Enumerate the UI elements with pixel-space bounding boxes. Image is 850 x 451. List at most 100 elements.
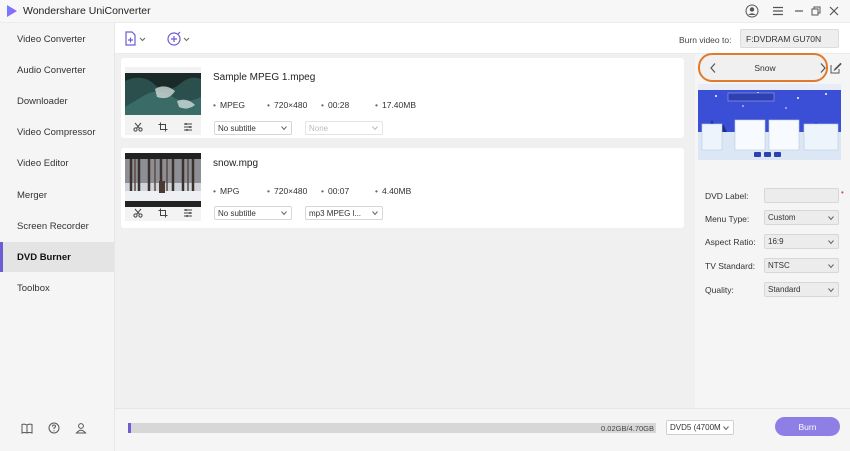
subtitle-value: No subtitle (218, 123, 256, 133)
menu-type-label: Menu Type: (705, 214, 750, 224)
template-name: Snow (754, 63, 776, 73)
tv-standard-select[interactable]: NTSC (764, 258, 839, 273)
sidebar-item-video-compressor[interactable]: Video Compressor (0, 117, 114, 147)
file-name: snow.mpg (213, 158, 259, 169)
aspect-ratio-label: Aspect Ratio: (705, 237, 756, 247)
file-resolution: 720×480 (267, 100, 307, 110)
file-size: 4.40MB (375, 186, 411, 196)
edit-template-button[interactable] (830, 62, 842, 74)
sidebar-item-screen-recorder[interactable]: Screen Recorder (0, 211, 114, 241)
subtitle-select[interactable]: No subtitle (214, 121, 292, 135)
menu-type-select[interactable]: Custom (764, 210, 839, 225)
template-preview[interactable] (698, 84, 841, 160)
quality-value: Standard (768, 285, 801, 294)
file-name: Sample MPEG 1.mpeg (213, 72, 316, 83)
chevron-down-icon (723, 426, 729, 431)
video-thumbnail[interactable] (125, 153, 201, 207)
sidebar-item-merger[interactable]: Merger (0, 180, 114, 210)
sidebar-item-toolbox[interactable]: Toolbox (0, 273, 114, 303)
sidebar-item-video-converter[interactable]: Video Converter (0, 24, 114, 54)
trim-icon[interactable] (133, 122, 143, 134)
audio-track-select: None (305, 121, 383, 135)
sidebar-item-video-editor[interactable]: Video Editor (0, 148, 114, 178)
disc-type-select[interactable]: DVD5 (4700M (666, 420, 734, 435)
effects-icon[interactable] (183, 122, 193, 134)
tv-standard-label: TV Standard: (705, 261, 756, 271)
menu-type-value: Custom (768, 213, 796, 222)
chevron-down-icon (828, 240, 834, 245)
prev-template-button[interactable] (708, 62, 718, 74)
disc-type-value: DVD5 (4700M (670, 423, 721, 432)
disc-space-text: 0.02GB/4.70GB (601, 424, 654, 433)
user-icon[interactable] (74, 421, 88, 435)
sidebar-item-audio-converter[interactable]: Audio Converter (0, 55, 114, 85)
help-icon[interactable] (47, 421, 61, 435)
chevron-down-icon (281, 126, 287, 131)
subtitle-select[interactable]: No subtitle (214, 206, 292, 220)
menu-icon[interactable] (770, 3, 786, 19)
effects-icon[interactable] (183, 208, 193, 220)
add-media-icon (167, 31, 190, 46)
sidebar-item-label: Merger (17, 189, 48, 201)
chevron-down-icon (281, 211, 287, 216)
sidebar-item-label: Video Compressor (17, 126, 96, 138)
file-size: 17.40MB (375, 100, 416, 110)
quality-select[interactable]: Standard (764, 282, 839, 297)
aspect-ratio-value: 16:9 (768, 237, 784, 246)
close-icon[interactable] (826, 3, 842, 19)
audio-track-value: mp3 MPEG l... (309, 208, 362, 218)
chevron-down-icon (828, 216, 834, 221)
chevron-right-icon (820, 63, 826, 73)
minimize-icon[interactable] (791, 3, 807, 19)
audio-track-select[interactable]: mp3 MPEG l... (305, 206, 383, 220)
chevron-left-icon (710, 63, 716, 73)
restore-icon[interactable] (808, 3, 824, 19)
sidebar-item-downloader[interactable]: Downloader (0, 86, 114, 116)
tv-standard-value: NTSC (768, 261, 790, 270)
thumbnail-tools (125, 207, 201, 221)
burn-to-value: F:DVDRAM GU70N (746, 33, 822, 44)
file-format: MPG (213, 186, 239, 196)
sidebar-item-label: Screen Recorder (17, 220, 89, 232)
edit-icon (830, 62, 842, 74)
chevron-down-icon (828, 264, 834, 269)
sidebar-item-label: Toolbox (17, 282, 50, 294)
burn-button[interactable]: Burn (775, 417, 840, 436)
chevron-down-icon (372, 126, 378, 131)
dvd-label-input[interactable] (764, 188, 839, 203)
sidebar-item-label: DVD Burner (17, 251, 71, 263)
aspect-ratio-select[interactable]: 16:9 (764, 234, 839, 249)
subtitle-value: No subtitle (218, 208, 256, 218)
chevron-down-icon (828, 288, 834, 293)
add-file-button[interactable] (124, 31, 148, 47)
add-media-button[interactable] (166, 31, 192, 47)
add-file-icon (125, 31, 146, 46)
file-card[interactable]: snow.mpg MPG 720×480 00:07 4.40MB No sub… (121, 148, 684, 228)
book-icon[interactable] (20, 421, 34, 435)
sidebar-item-label: Video Editor (17, 157, 69, 169)
audio-track-value: None (309, 123, 329, 133)
disc-space-fill (128, 423, 131, 433)
crop-icon[interactable] (158, 122, 168, 134)
sidebar-item-dvd-burner[interactable]: DVD Burner (0, 242, 114, 272)
file-card[interactable]: Sample MPEG 1.mpeg MPEG 720×480 00:28 17… (121, 58, 684, 138)
crop-icon[interactable] (158, 208, 168, 220)
account-icon[interactable] (744, 3, 760, 19)
burn-to-label: Burn video to: (679, 35, 732, 45)
burn-to-select[interactable]: F:DVDRAM GU70N (740, 29, 839, 48)
file-format: MPEG (213, 100, 245, 110)
dvd-label-label: DVD Label: (705, 191, 749, 201)
sidebar-item-label: Audio Converter (17, 64, 86, 76)
thumbnail-tools (125, 121, 201, 135)
quality-label: Quality: (705, 285, 734, 295)
app-title: Wondershare UniConverter (23, 5, 151, 17)
trim-icon[interactable] (133, 208, 143, 220)
sidebar-item-label: Downloader (17, 95, 68, 107)
file-resolution: 720×480 (267, 186, 307, 196)
video-thumbnail[interactable] (125, 67, 201, 121)
required-marker: • (841, 188, 844, 197)
next-template-button[interactable] (818, 62, 828, 74)
file-duration: 00:07 (321, 186, 349, 196)
app-logo-icon (5, 4, 19, 18)
chevron-down-icon (372, 211, 378, 216)
